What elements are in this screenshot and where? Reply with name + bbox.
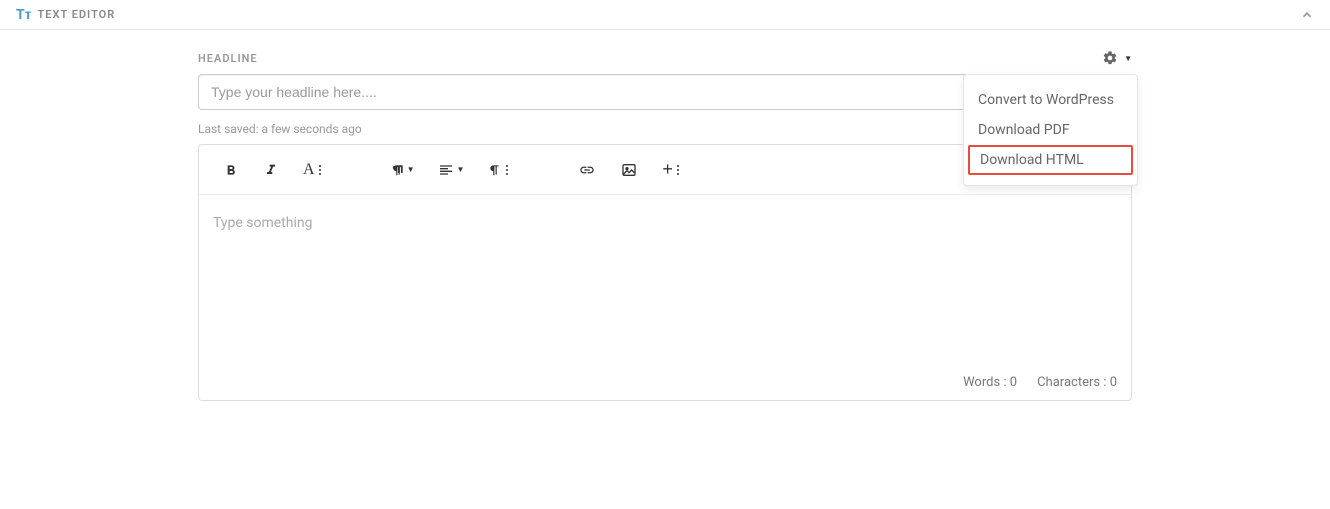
insert-link-button[interactable] bbox=[568, 158, 606, 182]
align-left-icon bbox=[438, 162, 454, 178]
more-vert-small-icon bbox=[504, 163, 510, 177]
saved-prefix: Last saved: bbox=[198, 122, 261, 136]
chars-label: Characters : bbox=[1037, 375, 1106, 390]
saved-value: a few seconds ago bbox=[261, 122, 361, 136]
align-button[interactable]: ▼ bbox=[428, 158, 474, 182]
insert-more-button[interactable]: + bbox=[652, 155, 691, 184]
image-icon bbox=[620, 162, 638, 178]
insert-image-button[interactable] bbox=[610, 158, 648, 182]
italic-icon bbox=[263, 162, 279, 178]
link-icon bbox=[578, 162, 596, 178]
app-logo-icon: Tᴛ bbox=[16, 6, 32, 23]
header-left: Tᴛ TEXT EDITOR bbox=[16, 6, 115, 23]
gear-icon bbox=[1102, 50, 1118, 66]
paragraph-icon bbox=[488, 162, 502, 178]
app-header: Tᴛ TEXT EDITOR bbox=[0, 0, 1330, 30]
more-vert-small-icon bbox=[675, 163, 681, 177]
font-size-button[interactable]: A bbox=[293, 157, 333, 183]
more-vert-small-icon bbox=[317, 163, 323, 177]
chevron-up-icon bbox=[1300, 8, 1314, 22]
words-label: Words : bbox=[963, 375, 1006, 390]
bold-icon bbox=[223, 162, 239, 178]
caret-down-icon: ▼ bbox=[407, 165, 415, 174]
app-title: TEXT EDITOR bbox=[38, 8, 116, 21]
editor-body[interactable]: Type something bbox=[199, 195, 1131, 365]
char-count: Characters : 0 bbox=[1037, 375, 1117, 390]
words-value: 0 bbox=[1010, 375, 1017, 390]
chars-value: 0 bbox=[1110, 375, 1117, 390]
caret-down-icon: ▼ bbox=[1124, 54, 1132, 63]
dropdown-item-convert-wordpress[interactable]: Convert to WordPress bbox=[964, 85, 1137, 115]
paragraph-icon bbox=[391, 162, 405, 178]
content-area: HEADLINE ▼ Last saved: a few seconds ago… bbox=[100, 30, 1230, 421]
settings-gear-button[interactable]: ▼ bbox=[1102, 50, 1132, 66]
headline-label: HEADLINE bbox=[198, 52, 258, 65]
headline-row: HEADLINE ▼ bbox=[198, 50, 1132, 66]
editor-footer: Words : 0 Characters : 0 bbox=[199, 365, 1131, 400]
dropdown-item-download-pdf[interactable]: Download PDF bbox=[964, 115, 1137, 145]
bold-button[interactable] bbox=[213, 158, 249, 182]
collapse-chevron-button[interactable] bbox=[1300, 8, 1314, 22]
word-count: Words : 0 bbox=[963, 375, 1017, 390]
caret-down-icon: ▼ bbox=[456, 165, 464, 174]
paragraph-format-button[interactable]: ▼ bbox=[381, 158, 425, 182]
italic-button[interactable] bbox=[253, 158, 289, 182]
paragraph-more-button[interactable] bbox=[478, 158, 520, 182]
settings-dropdown-menu: Convert to WordPress Download PDF Downlo… bbox=[963, 74, 1138, 186]
dropdown-item-download-html[interactable]: Download HTML bbox=[968, 145, 1133, 175]
